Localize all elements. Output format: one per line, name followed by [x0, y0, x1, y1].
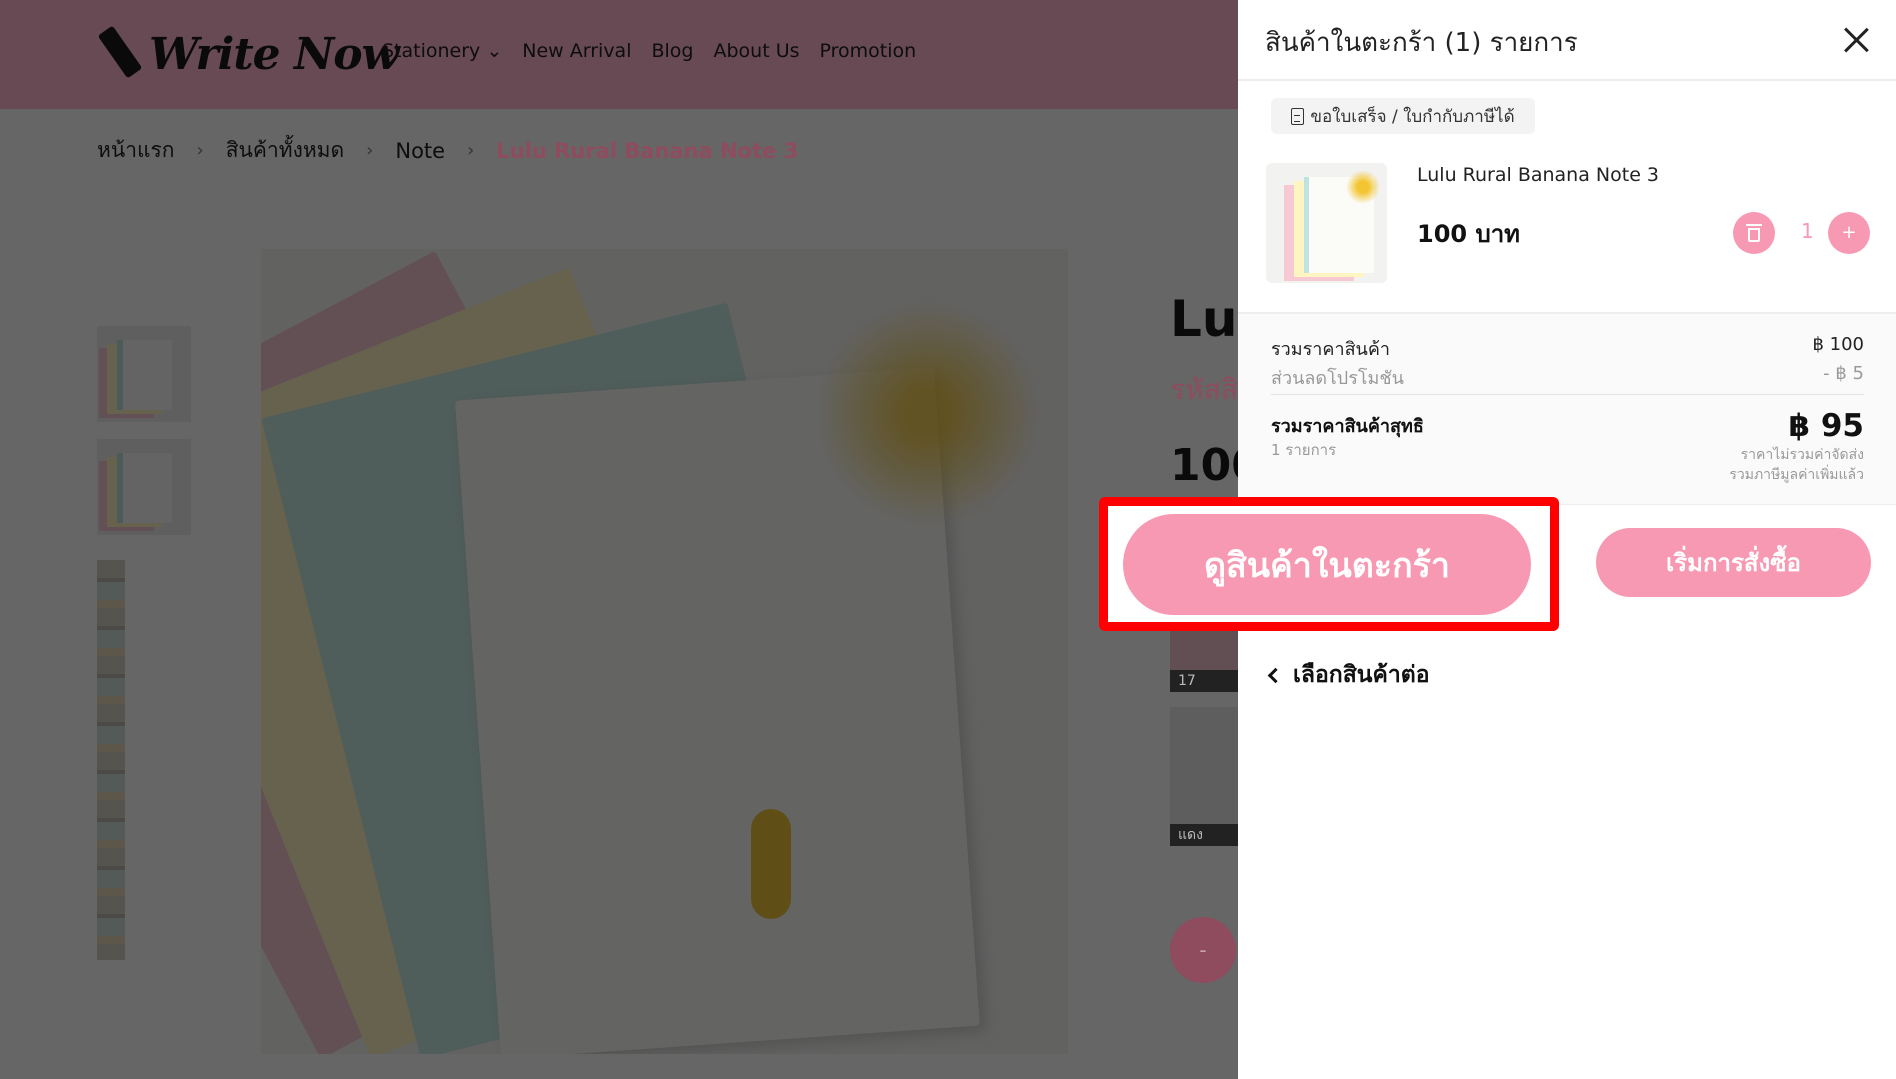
nav-stationery[interactable]: Stationery ⌄: [382, 40, 502, 62]
cart-item-price: 100 บาท: [1417, 220, 1520, 248]
variant-label: 17: [1170, 670, 1240, 692]
variant-option[interactable]: แดง: [1170, 707, 1240, 846]
cart-title: สินค้าในตะกร้า (1) รายการ: [1265, 28, 1578, 58]
product-page-dimmed[interactable]: Write Now Stationery ⌄ New Arrival Blog …: [0, 0, 1262, 1079]
subtotal-value: ฿ 100: [1812, 334, 1864, 355]
breadcrumb-current: Lulu Rural Banana Note 3: [496, 138, 799, 163]
quantity-minus-button[interactable]: -: [1170, 917, 1236, 983]
close-icon[interactable]: [1838, 22, 1874, 58]
thumbnail-strip[interactable]: [97, 560, 125, 960]
request-receipt-button[interactable]: ขอใบเสร็จ / ใบกำกับภาษีได้: [1271, 98, 1535, 134]
chevron-right-icon: ›: [196, 140, 204, 161]
price-notes: ราคาไม่รวมค่าจัดส่งรวมภาษีมูลค่าเพิ่มแล้…: [1729, 445, 1864, 485]
product-thumbnail[interactable]: [97, 326, 191, 422]
variant-option[interactable]: 17: [1170, 629, 1240, 692]
receipt-label: ขอใบเสร็จ / ใบกำกับภาษีได้: [1310, 106, 1515, 127]
product-thumbnail[interactable]: [97, 439, 191, 535]
chevron-down-icon: ⌄: [486, 40, 503, 62]
product-code: รหัสสิ: [1170, 373, 1238, 406]
breadcrumb-home[interactable]: หน้าแรก: [97, 134, 175, 167]
breadcrumb: หน้าแรก › สินค้าทั้งหมด › Note › Lulu Rural…: [97, 134, 798, 167]
discount-row: ส่วนลดโปรโมชัน - ฿ 5: [1271, 363, 1864, 392]
continue-label: เลือกสินค้าต่อ: [1293, 662, 1430, 688]
nav-about-us[interactable]: About Us: [713, 40, 799, 62]
cart-header: สินค้าในตะกร้า (1) รายการ: [1238, 0, 1896, 81]
nav-promotion[interactable]: Promotion: [820, 40, 917, 62]
shipping-note: ราคาไม่รวมค่าจัดส่ง: [1740, 447, 1864, 463]
site-header: Write Now Stationery ⌄ New Arrival Blog …: [0, 0, 1238, 109]
breadcrumb-all-products[interactable]: สินค้าทั้งหมด: [226, 134, 344, 167]
net-total-label: รวมราคาสินค้าสุทธิ: [1271, 416, 1424, 437]
breadcrumb-note[interactable]: Note: [395, 139, 445, 163]
variant-label: แดง: [1170, 824, 1240, 846]
cart-item-image: [1266, 163, 1387, 283]
document-icon: [1291, 107, 1305, 125]
subtotal-label: รวมราคาสินค้า: [1271, 339, 1391, 360]
net-total-value: ฿ 95: [1788, 408, 1864, 444]
discount-value: - ฿ 5: [1823, 363, 1864, 384]
item-count: 1 รายการ: [1271, 441, 1337, 459]
product-main-image: [261, 249, 1068, 1054]
logo[interactable]: Write Now: [97, 24, 399, 84]
chevron-left-icon: [1267, 667, 1284, 683]
chevron-right-icon: ›: [366, 140, 374, 161]
trash-icon: [1746, 224, 1762, 242]
view-cart-button[interactable]: ดูสินค้าในตะกร้า: [1123, 514, 1531, 615]
quantity-value: 1: [1801, 219, 1814, 243]
cart-summary: รวมราคาสินค้า ฿ 100 ส่วนลดโปรโมชัน - ฿ 5 ร…: [1238, 312, 1896, 505]
vat-note: รวมภาษีมูลค่าเพิ่มแล้ว: [1729, 467, 1864, 483]
discount-label: ส่วนลดโปรโมชัน: [1271, 368, 1404, 389]
nav-new-arrival[interactable]: New Arrival: [522, 40, 631, 62]
cart-item-name: Lulu Rural Banana Note 3: [1417, 164, 1660, 186]
nav-label: Stationery: [382, 40, 481, 62]
continue-shopping-link[interactable]: เลือกสินค้าต่อ: [1267, 657, 1430, 693]
checkout-button[interactable]: เริ่มการสั่งซื้อ: [1596, 528, 1871, 597]
nav-blog[interactable]: Blog: [651, 40, 693, 62]
pencil-icon: [97, 25, 143, 82]
increase-quantity-button[interactable]: +: [1828, 212, 1870, 254]
delete-item-button[interactable]: [1733, 212, 1775, 254]
logo-text: Write Now: [149, 28, 399, 80]
divider: [1271, 394, 1864, 395]
chevron-right-icon: ›: [467, 140, 475, 161]
subtotal-row: รวมราคาสินค้า ฿ 100: [1271, 334, 1864, 363]
banana-character: [751, 809, 791, 919]
main-nav: Stationery ⌄ New Arrival Blog About Us P…: [382, 40, 916, 62]
